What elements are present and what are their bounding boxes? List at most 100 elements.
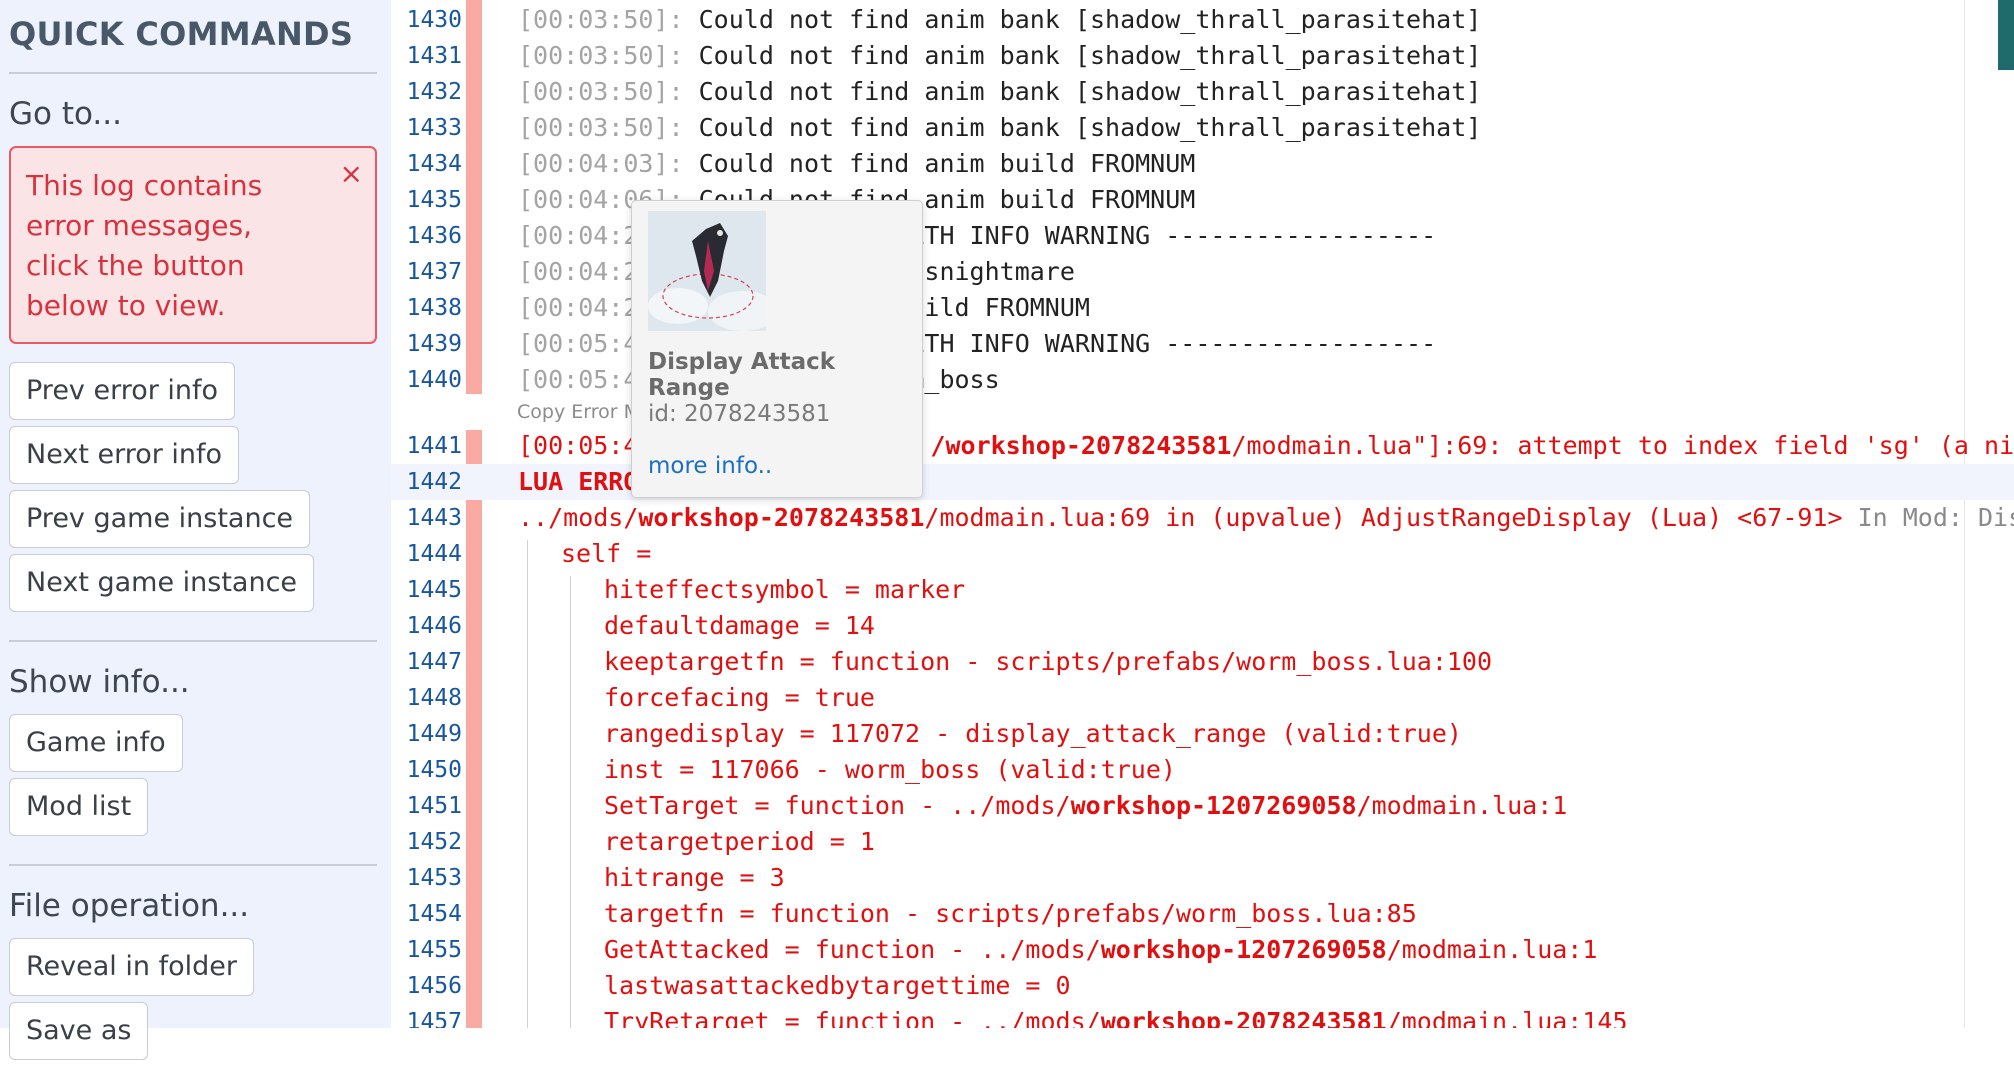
log-line-text: lastwasattackedbytargettime = 0 [604, 971, 1071, 1000]
tooltip-title: Display Attack Range [648, 349, 836, 401]
line-number: 1444 [406, 541, 462, 567]
log-line-text: GetAttacked = function - ../mods/worksho… [604, 935, 1598, 964]
line-number: 1433 [406, 115, 462, 141]
timestamp: [00:05:4 [518, 329, 639, 358]
log-line-text: self = [561, 539, 652, 568]
mod-list-button[interactable]: Mod list [9, 778, 149, 836]
log-line-text: inst = 117066 - worm_boss (valid:true) [604, 755, 1176, 784]
log-line: 1454 targetfn = function - scripts/prefab… [391, 896, 2014, 932]
line-number: 1431 [406, 43, 462, 69]
timestamp: [00:04:2 [518, 293, 639, 322]
log-line-text: targetfn = function - scripts/prefabs/wo… [604, 899, 1417, 928]
log-line-text: hitrange = 3 [604, 863, 785, 892]
log-line-text: TryRetarget = function - ../mods/worksho… [604, 1007, 1628, 1028]
line-number: 1438 [406, 295, 462, 321]
log-line-text: rangedisplay = 117072 - display_attack_r… [604, 719, 1462, 748]
log-line: 1446 defaultdamage = 14 [391, 608, 2014, 644]
indent-guide [570, 576, 571, 1028]
mod-thumbnail [648, 211, 766, 331]
log-line: 1456 lastwasattackedbytargettime = 0 [391, 968, 2014, 1004]
line-number: 1445 [406, 577, 462, 603]
reveal-in-folder-button[interactable]: Reveal in folder [9, 938, 254, 996]
timestamp: [00:04:2 [518, 221, 639, 250]
log-line-text: [00:03:50]: Could not find anim bank [sh… [518, 41, 1482, 70]
log-line: 1453 hitrange = 3 [391, 860, 2014, 896]
log-line: 1451 SetTarget = function - ../mods/works… [391, 788, 2014, 824]
log-line: 1433 [00:03:50]: Could not find anim bank… [391, 110, 2014, 146]
log-line-text: retargetperiod = 1 [604, 827, 875, 856]
close-icon[interactable]: × [340, 160, 363, 188]
log-line: 1430 [00:03:50]: Could not find anim bank… [391, 2, 2014, 38]
line-number: 1435 [406, 187, 462, 213]
line-number: 1451 [406, 793, 462, 819]
log-line-text: [00:03:50]: Could not find anim bank [sh… [518, 113, 1482, 142]
file-operation-section-heading: File operation... [9, 888, 250, 924]
line-number: 1448 [406, 685, 462, 711]
line-number: 1436 [406, 223, 462, 249]
line-number: 1457 [406, 1009, 462, 1028]
error-alert: This log contains error messages, click … [9, 146, 377, 344]
log-line-text: [00:04:03]: Could not find anim build FR… [518, 149, 1196, 178]
log-line-text: defaultdamage = 14 [604, 611, 875, 640]
divider [9, 72, 377, 74]
log-line-text: [00:03:50]: Could not find anim bank [sh… [518, 77, 1482, 106]
log-line-text: ../mods/workshop-2078243581/modmain.lua:… [518, 503, 2014, 532]
line-number: 1441 [406, 433, 462, 459]
log-line-text: LUA ERRO [518, 467, 639, 496]
line-number: 1442 [406, 469, 462, 495]
line-number: 1449 [406, 721, 462, 747]
line-number: 1452 [406, 829, 462, 855]
divider [9, 864, 377, 866]
log-line-text: [00:03:50]: Could not find anim bank [sh… [518, 5, 1482, 34]
log-viewer[interactable]: 1430 [00:03:50]: Could not find anim bank… [391, 0, 2014, 1028]
line-number: 1455 [406, 937, 462, 963]
game-info-button[interactable]: Game info [9, 714, 183, 772]
timestamp: [00:04:03]: [518, 149, 684, 178]
line-number: 1439 [406, 331, 462, 357]
line-number: 1440 [406, 367, 462, 393]
log-line: 1448 forcefacing = true [391, 680, 2014, 716]
copy-error-label[interactable]: Copy Error M [517, 401, 640, 423]
line-number: 1443 [406, 505, 462, 531]
goto-section-heading: Go to... [9, 96, 122, 132]
indent-guide [527, 540, 528, 1028]
next-game-instance-button[interactable]: Next game instance [9, 554, 315, 612]
error-alert-text: This log contains error messages, click … [26, 169, 263, 322]
next-error-info-button[interactable]: Next error info [9, 426, 240, 484]
log-line-text: forcefacing = true [604, 683, 875, 712]
log-line: 1434 [00:04:03]: Could not find anim buil… [391, 146, 2014, 182]
tooltip-id: id: 2078243581 [648, 401, 831, 427]
timestamp: [00:03:50]: [518, 5, 684, 34]
mod-tooltip: Display Attack Range id: 2078243581 more… [631, 200, 923, 498]
divider [9, 640, 377, 642]
log-line: 1443 ../mods/workshop-2078243581/modmain.… [391, 500, 2014, 536]
line-number: 1432 [406, 79, 462, 105]
quick-commands-sidebar: QUICK COMMANDS Go to... This log contain… [0, 0, 391, 1060]
prev-error-info-button[interactable]: Prev error info [9, 362, 236, 420]
line-number: 1454 [406, 901, 462, 927]
show-info-section-heading: Show info... [9, 664, 190, 700]
line-number: 1437 [406, 259, 462, 285]
line-number: 1447 [406, 649, 462, 675]
log-line: 1452 retargetperiod = 1 [391, 824, 2014, 860]
line-number: 1434 [406, 151, 462, 177]
more-info-link[interactable]: more info.. [648, 453, 772, 479]
timestamp: [00:03:50]: [518, 77, 684, 106]
log-line: 1455 GetAttacked = function - ../mods/wor… [391, 932, 2014, 968]
line-number: 1446 [406, 613, 462, 639]
log-line: 1444 self = [391, 536, 2014, 572]
log-line-text: SetTarget = function - ../mods/workshop-… [604, 791, 1568, 820]
line-number: 1456 [406, 973, 462, 999]
line-number: 1450 [406, 757, 462, 783]
log-line-text: keeptargetfn = function - scripts/prefab… [604, 647, 1493, 676]
line-number: 1430 [406, 7, 462, 33]
log-line: 1445 hiteffectsymbol = marker [391, 572, 2014, 608]
log-line: 1432 [00:03:50]: Could not find anim bank… [391, 74, 2014, 110]
prev-game-instance-button[interactable]: Prev game instance [9, 490, 311, 548]
log-line: 1431 [00:03:50]: Could not find anim bank… [391, 38, 2014, 74]
timestamp: [00:03:50]: [518, 41, 684, 70]
log-line: 1457 TryRetarget = function - ../mods/wor… [391, 1004, 2014, 1028]
save-as-button[interactable]: Save as [9, 1002, 149, 1060]
log-line: 1449 rangedisplay = 117072 - display_atta… [391, 716, 2014, 752]
log-line: 1450 inst = 117066 - worm_boss (valid:tru… [391, 752, 2014, 788]
